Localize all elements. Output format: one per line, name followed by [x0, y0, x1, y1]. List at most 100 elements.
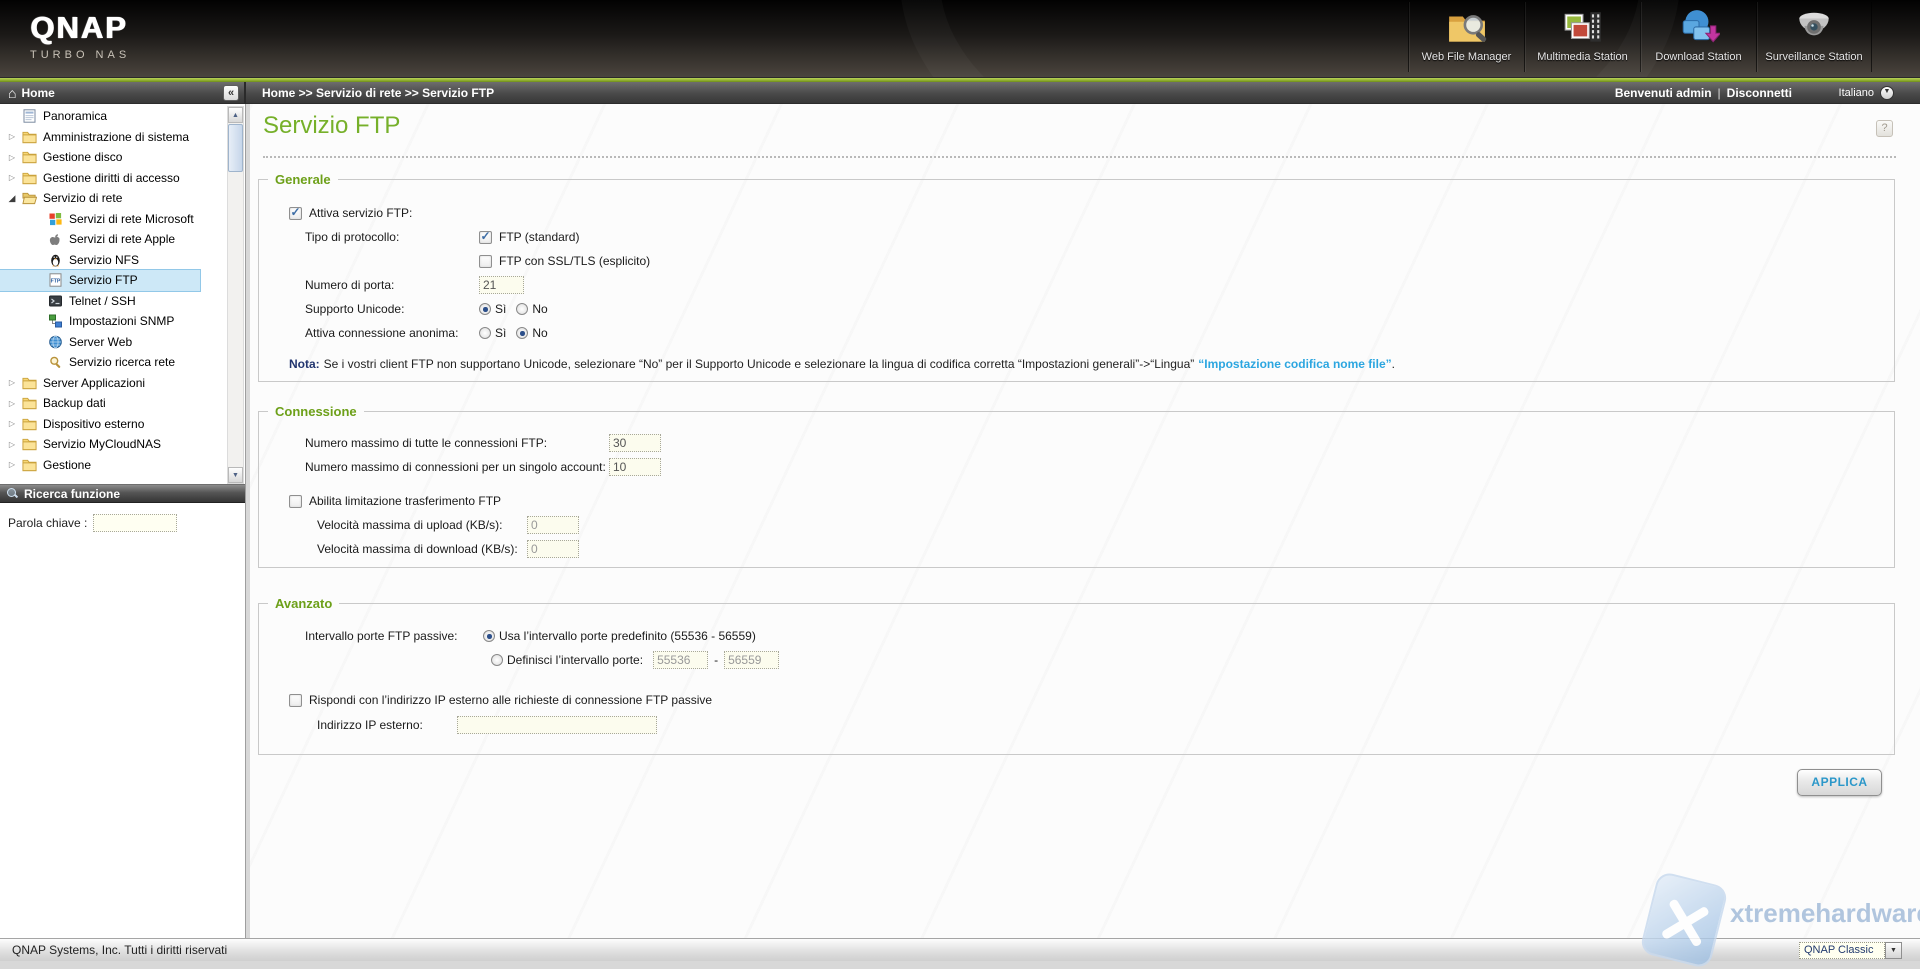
sidebar-item-servizi-di-rete-microsoft[interactable]: Servizi di rete Microsoft	[0, 209, 225, 230]
multimedia-station-button[interactable]: Multimedia Station	[1524, 2, 1640, 72]
range-to-input[interactable]	[724, 651, 779, 669]
expand-arrow[interactable]	[6, 173, 18, 182]
main-content: Servizio FTP ? Generale Attiva servizio …	[250, 104, 1920, 938]
note-label: Nota:	[289, 357, 320, 371]
unicode-note: Nota: Se i vostri client FTP non support…	[289, 354, 1894, 374]
keyword-label: Parola chiave :	[8, 516, 87, 530]
sidebar-item-gestione-disco[interactable]: Gestione disco	[0, 147, 225, 168]
sidebar-item-servizio-ftp[interactable]: FTP Servizio FTP	[0, 270, 200, 291]
multimedia-station-icon	[1562, 7, 1604, 49]
help-icon[interactable]: ?	[1876, 120, 1893, 137]
sidebar-item-backup-dati[interactable]: Backup dati	[0, 393, 225, 414]
scrollbar-thumb[interactable]	[228, 124, 243, 172]
scroll-down-icon[interactable]: ▼	[228, 467, 243, 483]
expand-arrow[interactable]	[6, 132, 18, 141]
unicode-yes-radio[interactable]	[479, 303, 491, 315]
transfer-limit-checkbox[interactable]	[289, 495, 302, 508]
ftp-ssl-label: FTP con SSL/TLS (esplicito)	[499, 254, 650, 268]
apply-button[interactable]: APPLICA	[1797, 769, 1882, 796]
expand-arrow[interactable]	[6, 419, 18, 428]
sidebar-item-server-web[interactable]: Server Web	[0, 332, 225, 353]
sidebar-item-telnet-ssh[interactable]: Telnet / SSH	[0, 291, 225, 312]
sidebar-item-panoramica[interactable]: Panoramica	[0, 106, 225, 127]
web-file-manager-button[interactable]: Web File Manager	[1408, 2, 1524, 72]
theme-selector[interactable]: QNAP Classic ▼	[1799, 942, 1902, 959]
language-dropdown[interactable]: Italiano	[1839, 82, 1894, 104]
sidebar-item-servizio-mycloudnas[interactable]: Servizio MyCloudNAS	[0, 434, 225, 455]
download-station-icon	[1678, 7, 1720, 49]
section-legend: Connessione	[268, 404, 364, 419]
tree-scrollbar[interactable]: ▲ ▼	[227, 106, 244, 484]
expand-arrow[interactable]	[6, 378, 18, 387]
upload-speed-input[interactable]	[527, 516, 579, 534]
sidebar-item-servizio-di-rete[interactable]: Servizio di rete	[0, 188, 225, 209]
sidebar-item-label: Amministrazione di sistema	[43, 130, 189, 144]
overview-doc-icon	[21, 109, 38, 124]
logo-text: QNAP	[30, 10, 130, 46]
default-range-radio[interactable]	[483, 630, 495, 642]
station-label: Web File Manager	[1422, 51, 1512, 63]
sidebar-item-gestione[interactable]: Gestione	[0, 455, 225, 476]
expand-arrow[interactable]	[6, 399, 18, 408]
max-single-input[interactable]	[609, 458, 661, 476]
windows-logo-icon	[47, 211, 64, 226]
section-connessione: Connessione Numero massimo di tutte le c…	[258, 404, 1895, 568]
sidebar-item-label: Servizio di rete	[43, 191, 122, 205]
sidebar: Panoramica Amministrazione di sistema Ge…	[0, 104, 246, 938]
define-range-label: Definisci l’intervallo porte:	[507, 653, 643, 667]
external-reply-label: Rispondi con l’indirizzo IP esterno alle…	[309, 693, 712, 707]
ftp-standard-checkbox[interactable]	[479, 231, 492, 244]
sidebar-item-impostazioni-snmp[interactable]: Impostazioni SNMP	[0, 311, 225, 332]
upload-speed-label: Velocità massima di upload (KB/s):	[317, 518, 527, 532]
home-icon: ⌂	[8, 83, 16, 103]
welcome-text: Benvenuti admin	[1615, 86, 1712, 100]
port-row: Numero di porta:	[305, 273, 1894, 297]
download-station-button[interactable]: Download Station	[1640, 2, 1756, 72]
expand-arrow[interactable]	[6, 193, 18, 204]
expand-arrow[interactable]	[6, 153, 18, 162]
station-launcher: Web File Manager Multimedia Station Down…	[1408, 0, 1872, 77]
scroll-up-icon[interactable]: ▲	[228, 107, 243, 123]
sidebar-item-amministrazione-di-sistema[interactable]: Amministrazione di sistema	[0, 127, 225, 148]
max-connections-input[interactable]	[609, 434, 661, 452]
anonymous-yes-radio[interactable]	[479, 327, 491, 339]
breadcrumb[interactable]: Home >> Servizio di rete >> Servizio FTP	[262, 82, 494, 104]
expand-arrow[interactable]	[6, 440, 18, 449]
sidebar-collapse-button[interactable]: «	[223, 85, 239, 101]
define-range-radio[interactable]	[491, 654, 503, 666]
sidebar-item-servizio-nfs[interactable]: Servizio NFS	[0, 250, 225, 271]
unicode-no-label: No	[532, 302, 547, 316]
range-from-input[interactable]	[653, 651, 708, 669]
sidebar-item-servizio-ricerca-rete[interactable]: Servizio ricerca rete	[0, 352, 225, 373]
anonymous-yes-label: Sì	[495, 326, 506, 340]
app-header: QNAP TURBO NAS Web File Manager Multimed…	[0, 0, 1920, 77]
enable-ftp-checkbox[interactable]	[289, 207, 302, 220]
unicode-no-radio[interactable]	[516, 303, 528, 315]
logout-link[interactable]: Disconnetti	[1727, 86, 1792, 100]
expand-arrow[interactable]	[6, 460, 18, 469]
ftp-ssl-checkbox[interactable]	[479, 255, 492, 268]
folder-icon	[21, 150, 38, 165]
sidebar-item-dispositivo-esterno[interactable]: Dispositivo esterno	[0, 414, 225, 435]
external-ip-input[interactable]	[457, 716, 657, 734]
sidebar-item-servizi-di-rete-apple[interactable]: Servizi di rete Apple	[0, 229, 225, 250]
title-divider	[263, 156, 1896, 158]
transfer-limit-label: Abilita limitazione trasferimento FTP	[309, 494, 501, 508]
folder-icon	[21, 129, 38, 144]
chevron-down-icon[interactable]: ▼	[1885, 942, 1902, 959]
keyword-input[interactable]	[93, 514, 177, 532]
port-input[interactable]	[479, 276, 524, 294]
apple-logo-icon	[47, 232, 64, 247]
anonymous-no-radio[interactable]	[516, 327, 528, 339]
external-reply-checkbox[interactable]	[289, 694, 302, 707]
note-link[interactable]: “Impostazione codifica nome file”	[1198, 357, 1391, 371]
ftp-standard-label: FTP (standard)	[499, 230, 579, 244]
section-legend: Generale	[268, 172, 338, 187]
max-connections-row: Numero massimo di tutte le connessioni F…	[305, 419, 1894, 455]
sidebar-item-server-applicazioni[interactable]: Server Applicazioni	[0, 373, 225, 394]
function-search-header[interactable]: Ricerca funzione	[0, 484, 245, 503]
sidebar-item-gestione-diritti-di-accesso[interactable]: Gestione diritti di accesso	[0, 168, 225, 189]
download-speed-input[interactable]	[527, 540, 579, 558]
language-label: Italiano	[1839, 87, 1874, 99]
surveillance-station-button[interactable]: Surveillance Station	[1756, 2, 1872, 72]
